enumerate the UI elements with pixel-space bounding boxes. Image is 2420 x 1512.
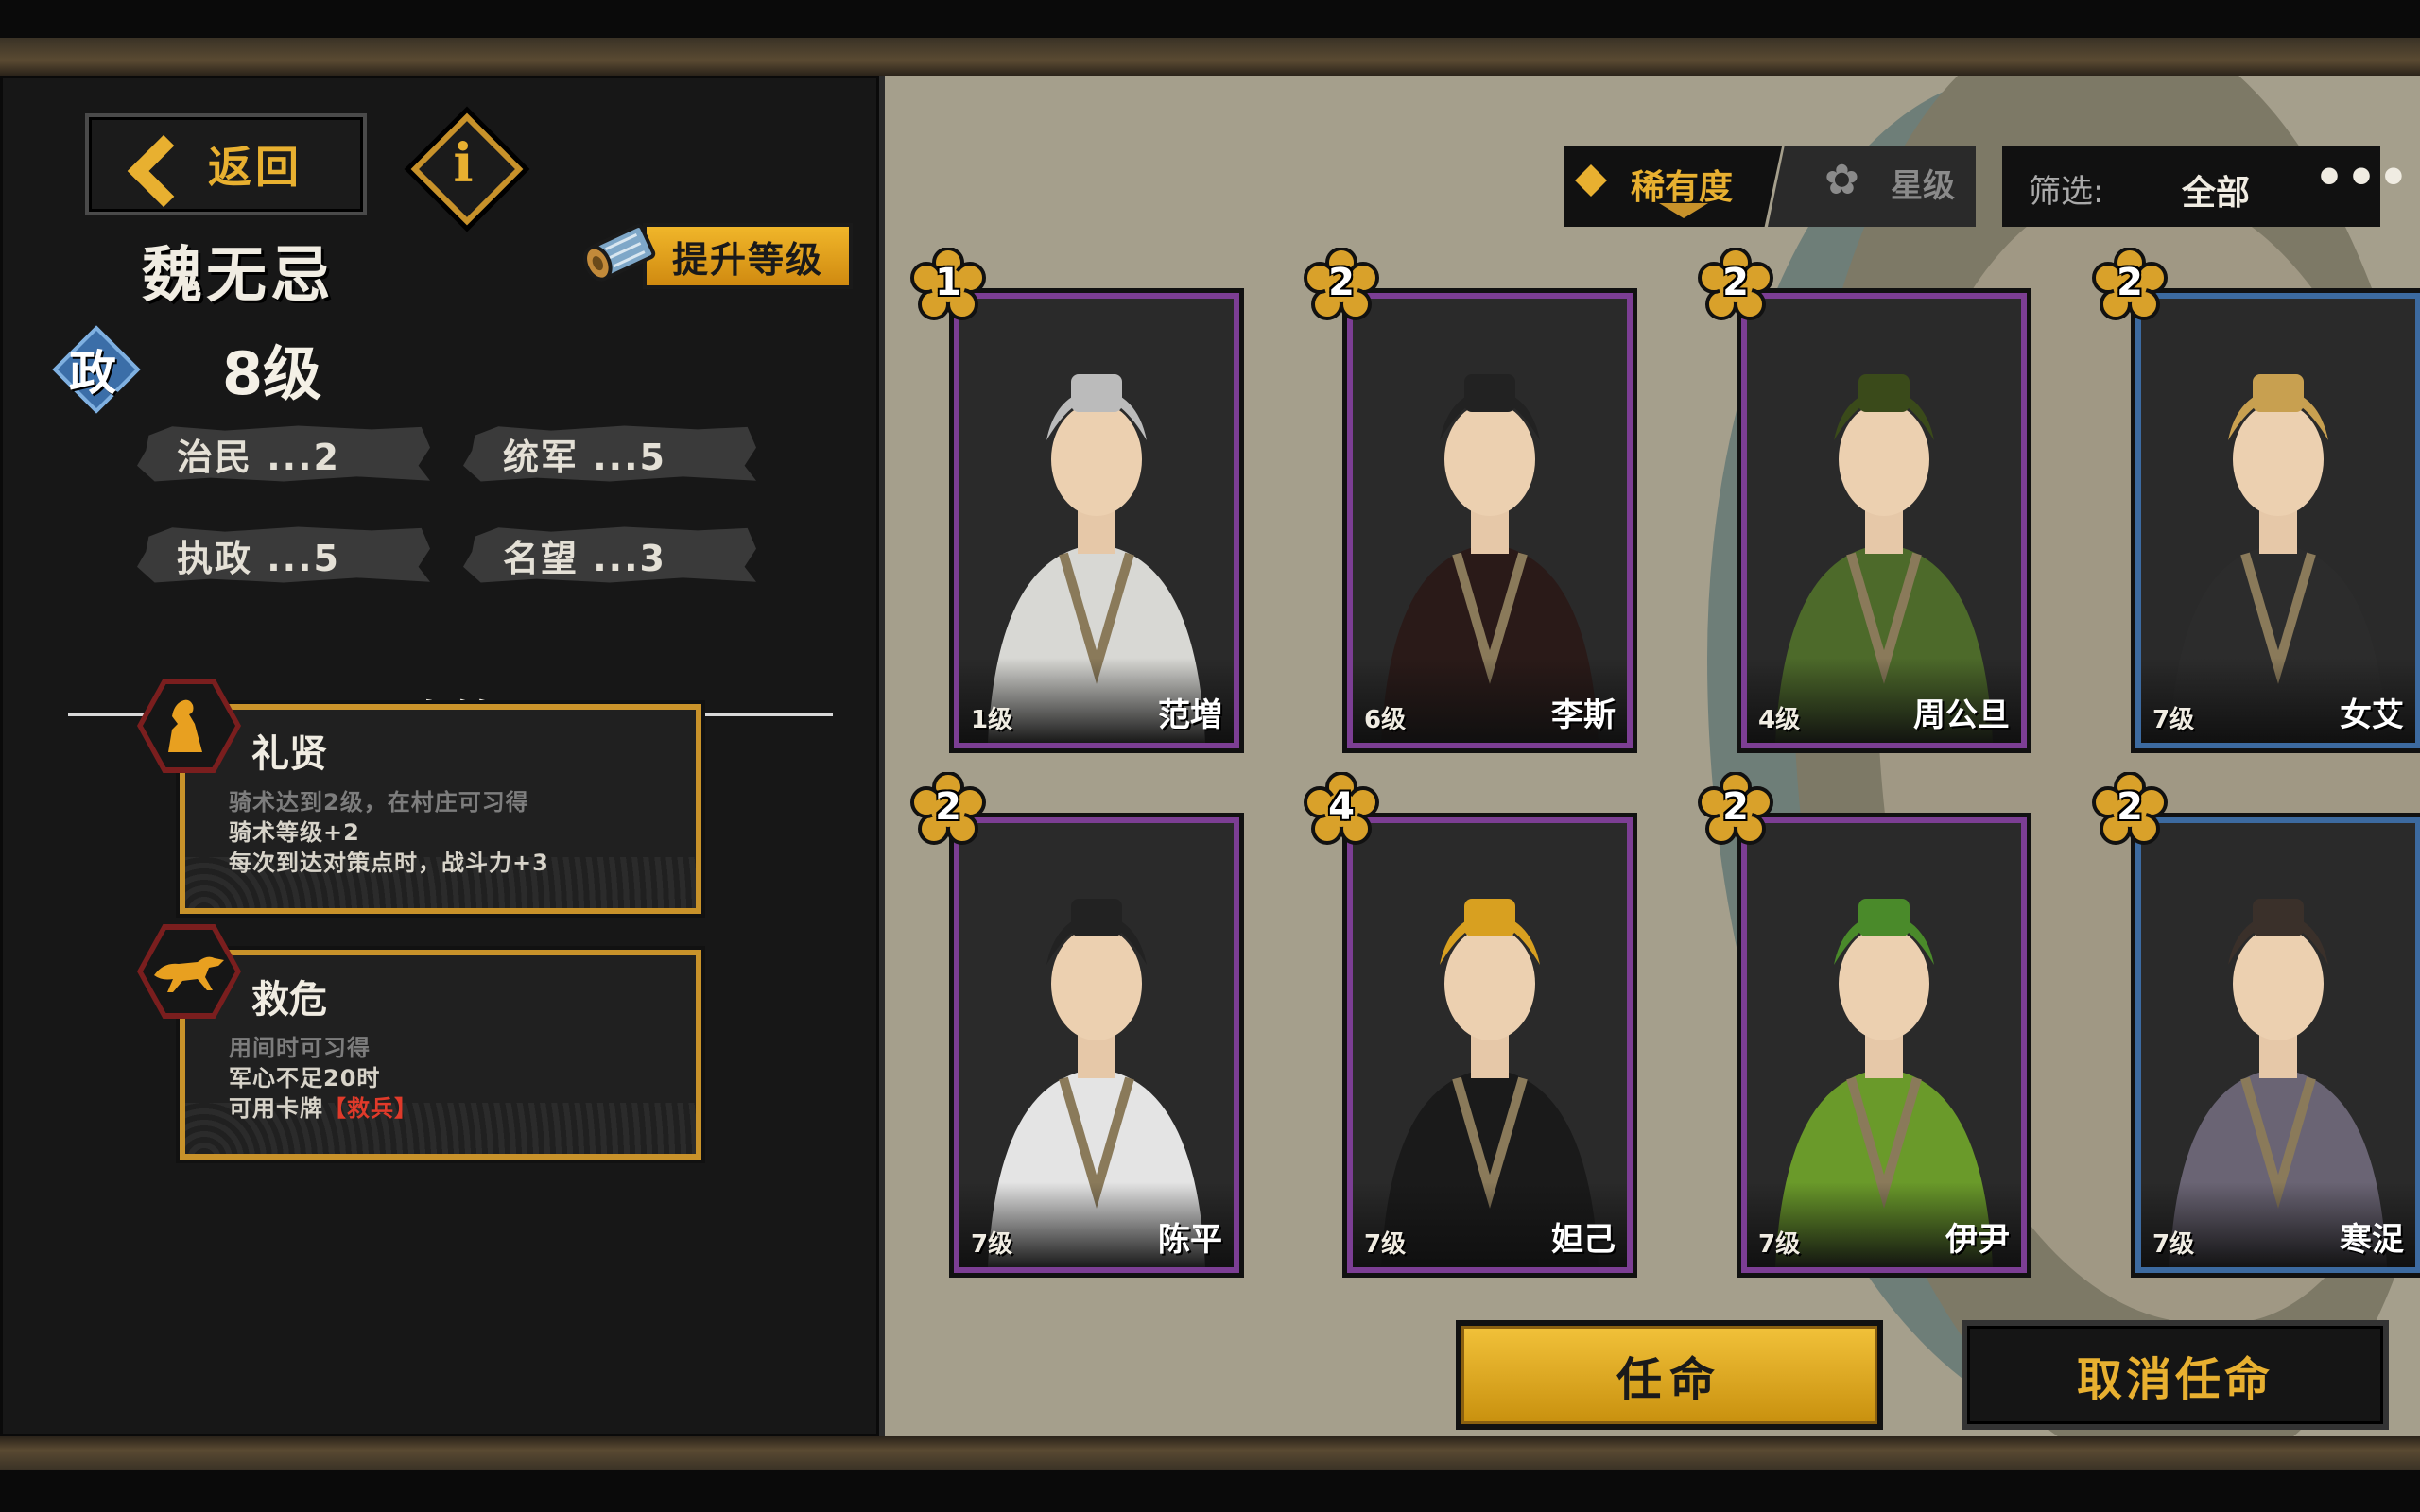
rank-number: 2 xyxy=(2117,785,2143,829)
hero-level: 8级 xyxy=(222,339,322,408)
hero-card-name: 女艾 xyxy=(2340,696,2404,734)
hero-card[interactable]: 7级 寒浞 xyxy=(2135,817,2420,1273)
hero-card-name: 寒浞 xyxy=(2340,1221,2404,1259)
rank-flower-badge: 4 xyxy=(1304,772,1379,848)
rank-number: 2 xyxy=(1722,785,1749,829)
policy-effect: 军心不足20时 xyxy=(229,1065,381,1091)
hero-card-level: 7级 xyxy=(971,1230,1013,1259)
hero-card[interactable]: 4级 周公旦 xyxy=(1741,293,2027,748)
policy-requirement: 用间时可习得 xyxy=(229,1035,371,1061)
hero-card-level: 7级 xyxy=(2152,706,2195,734)
filter-dropdown[interactable]: 筛选: 全部 ••• xyxy=(2002,146,2409,227)
hero-card-level: 6级 xyxy=(1364,706,1407,734)
tab-rarity[interactable]: 稀有度 xyxy=(1564,146,1782,227)
upgrade-level-button[interactable]: 提升等级 xyxy=(567,215,853,291)
badge-label: 政 xyxy=(69,346,116,401)
stat-administration: 执政 ...5 xyxy=(137,526,430,583)
more-options-icon[interactable]: ••• xyxy=(2314,150,2411,205)
rank-flower-badge: 1 xyxy=(910,248,986,323)
bottom-black-bar xyxy=(0,1470,2420,1512)
rank-number: 2 xyxy=(935,785,961,829)
rank-flower-badge: 2 xyxy=(910,772,986,848)
running-beast-icon xyxy=(154,956,224,992)
sort-tabs: 稀有度 ✿ 星级 xyxy=(1564,146,1976,227)
hero-card[interactable]: 7级 陈平 xyxy=(954,817,1239,1273)
hero-card-name: 陈平 xyxy=(1158,1221,1222,1259)
policy-effect: 骑术等级+2 xyxy=(229,819,360,846)
hero-card[interactable]: 7级 女艾 xyxy=(2135,293,2420,748)
rank-flower-badge: 2 xyxy=(1698,248,1773,323)
rank-number: 2 xyxy=(1722,261,1749,304)
policy-effect: 每次到达对策点时，战斗力+3 xyxy=(229,850,549,876)
policy-name: 礼贤 xyxy=(251,732,327,776)
bowing-figure-icon xyxy=(168,699,202,752)
policy-effect: 可用卡牌【救兵】 xyxy=(229,1090,418,1123)
caret-down-icon xyxy=(1659,203,1708,218)
back-button-label: 返回 xyxy=(208,142,302,193)
rank-flower-badge: 2 xyxy=(1304,248,1379,323)
hero-card-level: 7级 xyxy=(2152,1230,2195,1259)
top-black-bar xyxy=(0,0,2420,38)
card-highlight: 【救兵】 xyxy=(323,1095,418,1122)
hero-card-name: 李斯 xyxy=(1551,696,1616,734)
governance-type-badge: 政 xyxy=(52,325,141,414)
tab-rarity-label: 稀有度 xyxy=(1631,168,1734,207)
filter-label: 筛选: xyxy=(2029,173,2104,211)
policy-card-jiuwei[interactable]: 救危 用间时可习得 军心不足20时 可用卡牌【救兵】 xyxy=(180,950,701,1160)
rank-flower-badge: 2 xyxy=(2092,772,2168,848)
bottom-wood-frame xyxy=(0,1436,2420,1470)
policy-name: 救危 xyxy=(251,978,327,1022)
stat-label: 执政 ...5 xyxy=(177,537,340,579)
hero-card-level: 7级 xyxy=(1758,1230,1801,1259)
hero-name: 魏无忌 xyxy=(142,241,335,311)
hero-card-name: 妲己 xyxy=(1551,1221,1616,1259)
hero-card-level: 7级 xyxy=(1364,1230,1407,1259)
tab-star-label: 星级 xyxy=(1891,167,1955,205)
cancel-appoint-button[interactable]: 取消任命 xyxy=(1962,1320,2389,1430)
stat-governing-people: 治民 ...2 xyxy=(137,425,430,482)
hero-card[interactable]: 7级 伊尹 xyxy=(1741,817,2027,1273)
stat-label: 统军 ...5 xyxy=(503,436,666,478)
flower-icon: ✿ xyxy=(1824,156,1859,204)
rank-flower-badge: 2 xyxy=(1698,772,1773,848)
policy-card-lixian[interactable]: 礼贤 骑术达到2级，在村庄可习得 骑术等级+2 每次到达对策点时，战斗力+3 xyxy=(180,704,701,914)
rank-number: 2 xyxy=(2117,261,2143,304)
back-button[interactable]: 返回 xyxy=(85,113,367,215)
policy-effect-text: 可用卡牌 xyxy=(229,1095,323,1122)
top-wood-frame xyxy=(0,38,2420,76)
appoint-button[interactable]: 任命 xyxy=(1456,1320,1883,1430)
rank-number: 1 xyxy=(935,261,961,304)
hero-card-level: 1级 xyxy=(971,706,1013,734)
stat-label: 治民 ...2 xyxy=(177,436,340,478)
scroll-icon xyxy=(583,224,656,282)
rank-number: 2 xyxy=(1328,261,1355,304)
rank-flower-badge: 2 xyxy=(2092,248,2168,323)
policy-requirement: 骑术达到2级，在村庄可习得 xyxy=(229,789,529,816)
rank-number: 4 xyxy=(1328,785,1355,829)
hero-card-name: 伊尹 xyxy=(1945,1221,2010,1259)
info-icon: i xyxy=(453,132,474,195)
tab-star-level[interactable]: ✿ 星级 xyxy=(1768,146,1976,227)
stat-label: 名望 ...3 xyxy=(503,537,666,579)
hero-card[interactable]: 6级 李斯 xyxy=(1347,293,1633,748)
hero-card[interactable]: 1级 范増 xyxy=(954,293,1239,748)
chevron-left-icon xyxy=(125,127,182,202)
info-button[interactable]: i xyxy=(410,112,524,226)
hero-card-level: 4级 xyxy=(1758,706,1801,734)
hero-card-name: 范増 xyxy=(1158,696,1222,734)
hero-detail-panel: 返回 i 魏无忌 提升等级 政 8级 治民 ...2 统军 ...5 执政 ..… xyxy=(0,76,885,1436)
stat-command: 统军 ...5 xyxy=(463,425,756,482)
diamond-icon xyxy=(1575,164,1607,197)
filter-value: 全部 xyxy=(2182,174,2251,213)
upgrade-level-label: 提升等级 xyxy=(643,223,853,289)
hero-card[interactable]: 7级 妲己 xyxy=(1347,817,1633,1273)
stat-reputation: 名望 ...3 xyxy=(463,526,756,583)
hero-card-name: 周公旦 xyxy=(1913,696,2010,734)
